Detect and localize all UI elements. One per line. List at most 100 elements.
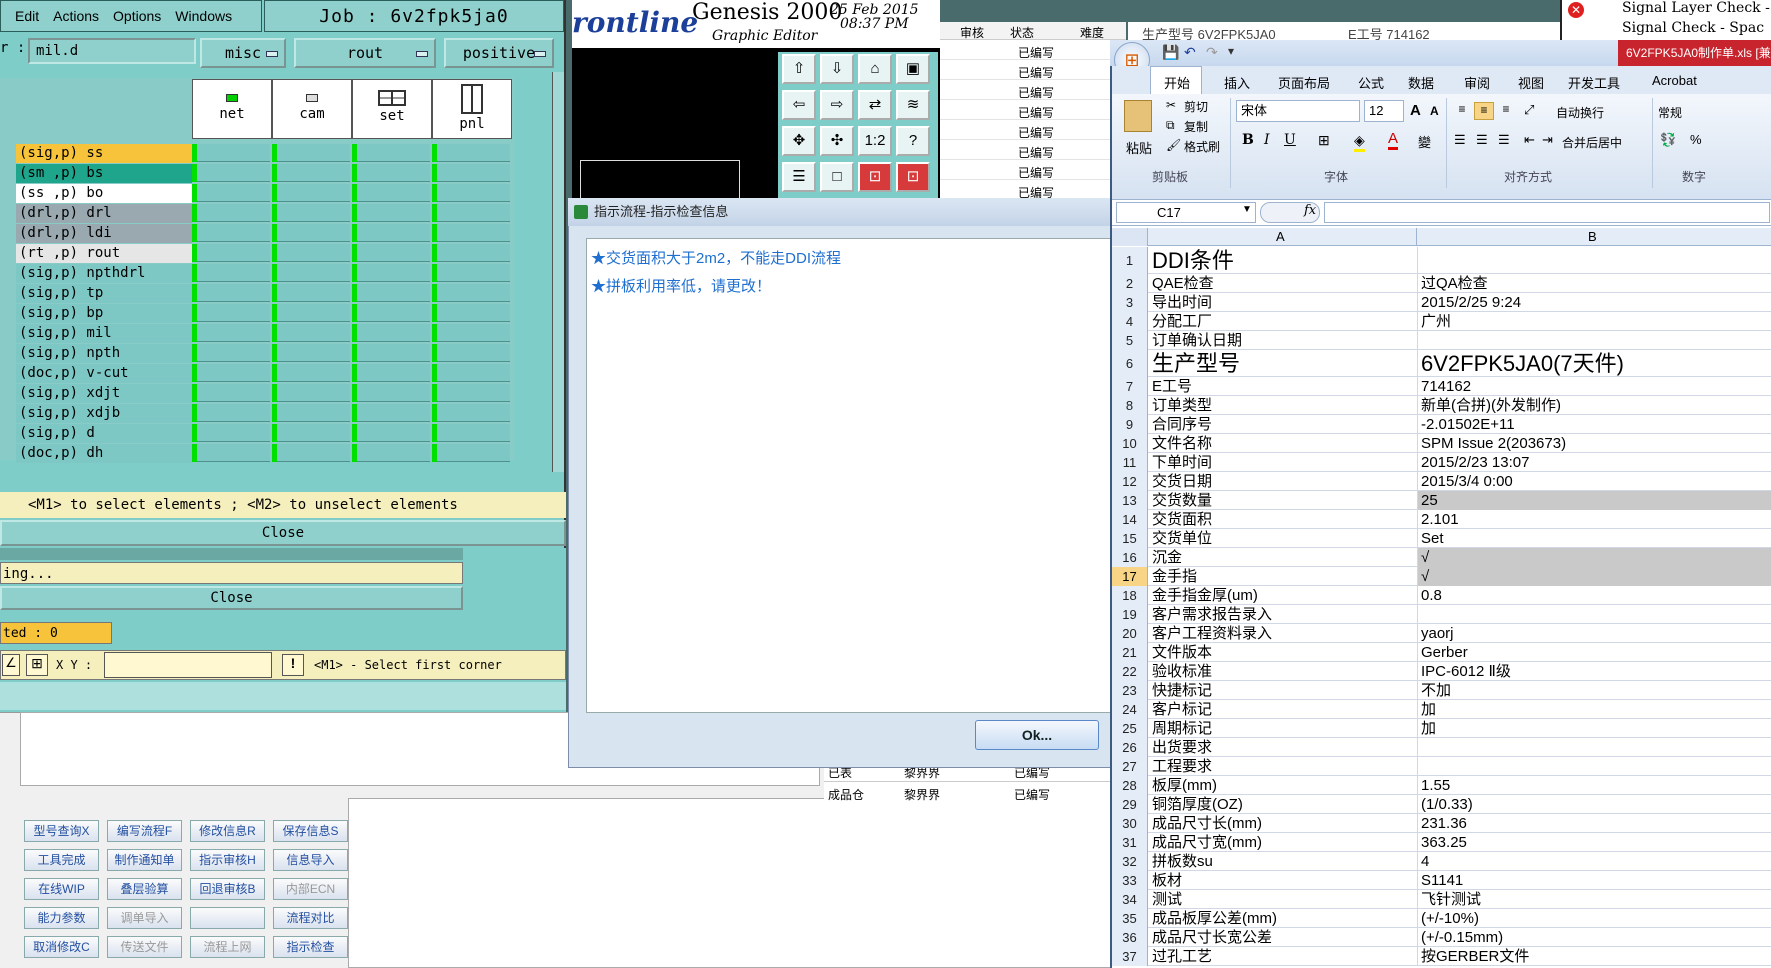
cell-a[interactable]: 客户标记	[1152, 700, 1412, 719]
col-set[interactable]: set	[352, 79, 432, 139]
align-middle-icon[interactable]: ≡	[1474, 102, 1494, 120]
col-net[interactable]: net	[192, 79, 272, 139]
matrix-cell[interactable]	[196, 164, 270, 182]
matrix-cell[interactable]	[196, 444, 270, 462]
cell-b[interactable]: 6V2FPK5JA0(7天件)	[1417, 350, 1771, 377]
sheet-row[interactable]: 31 成品尺寸宽(mm) 363.25	[1112, 833, 1771, 852]
secondary-close-button[interactable]: Close	[0, 586, 463, 610]
flow-list-row[interactable]: 已编写	[940, 80, 1126, 100]
row-number[interactable]: 14	[1112, 510, 1148, 529]
row-number[interactable]: 2	[1112, 274, 1148, 293]
layer-row-label[interactable]: (drl,p) drl	[16, 204, 192, 223]
panel-button[interactable]: 型号查询X	[24, 820, 99, 842]
editor-tool-icon[interactable]: ≋	[896, 90, 930, 120]
row-number[interactable]: 33	[1112, 871, 1148, 890]
cell-b[interactable]: (1/0.33)	[1417, 795, 1771, 814]
font-color-icon[interactable]: A	[1388, 130, 1399, 150]
row-number[interactable]: 12	[1112, 472, 1148, 491]
cell-a[interactable]: 交货日期	[1152, 472, 1412, 491]
sheet-row[interactable]: 22 验收标准 IPC-6012 Ⅱ级	[1112, 662, 1771, 681]
cell-a[interactable]: 工程要求	[1152, 757, 1412, 776]
panel-button[interactable]: 保存信息S	[273, 820, 348, 842]
menu-actions[interactable]: Actions	[53, 8, 99, 24]
panel-button[interactable]: 制作通知单	[107, 849, 182, 871]
qat-dropdown-icon[interactable]: ▾	[1228, 44, 1234, 58]
cell-a[interactable]: 金手指	[1152, 567, 1412, 586]
cell-a[interactable]: 过孔工艺	[1152, 947, 1412, 966]
cell-b[interactable]: 714162	[1417, 377, 1771, 396]
cell-a[interactable]: 客户需求报告录入	[1152, 605, 1412, 624]
xy-input[interactable]	[104, 652, 272, 678]
matrix-cell[interactable]	[436, 404, 510, 422]
row-number[interactable]: 17	[1112, 567, 1148, 586]
layer-row-label[interactable]: (sig,p) mil	[16, 324, 192, 343]
flow-list-row[interactable]: 已编写	[940, 120, 1126, 140]
panel-button[interactable]: 指示检查	[273, 936, 348, 958]
sheet-row[interactable]: 30 成品尺寸长(mm) 231.36	[1112, 814, 1771, 833]
cell-a[interactable]: 下单时间	[1152, 453, 1412, 472]
matrix-cell[interactable]	[276, 304, 350, 322]
matrix-cell[interactable]	[276, 244, 350, 262]
save-icon[interactable]: 💾	[1162, 44, 1179, 61]
paste-icon[interactable]	[1124, 100, 1152, 132]
matrix-close-button[interactable]: Close	[0, 520, 566, 546]
cell-a[interactable]: 生产型号	[1152, 350, 1412, 377]
cell-a[interactable]: 板材	[1152, 871, 1412, 890]
panel-button[interactable]: 编写流程F	[107, 820, 182, 842]
panel-button[interactable]: 在线WIP	[24, 878, 99, 900]
sheet-row[interactable]: 26 出货要求	[1112, 738, 1771, 757]
row-number[interactable]: 1	[1112, 247, 1148, 274]
row-number[interactable]: 24	[1112, 700, 1148, 719]
row-number[interactable]: 28	[1112, 776, 1148, 795]
matrix-cell[interactable]	[276, 224, 350, 242]
flow-list-row[interactable]: 已编写	[940, 180, 1126, 200]
cell-a[interactable]: 文件版本	[1152, 643, 1412, 662]
cell-a[interactable]: 金手指金厚(um)	[1152, 586, 1412, 605]
matrix-cell[interactable]	[196, 224, 270, 242]
cell-b[interactable]: 新单(合拼)(外发制作)	[1417, 396, 1771, 415]
redo-icon[interactable]: ↷	[1206, 44, 1218, 61]
matrix-cell[interactable]	[436, 284, 510, 302]
layer-row-label[interactable]: (drl,p) ldi	[16, 224, 192, 243]
panel-button[interactable]: 内部ECN	[273, 878, 348, 900]
editor-tool-icon[interactable]: ⇩	[820, 54, 854, 84]
matrix-cell[interactable]	[276, 424, 350, 442]
misc-option-menu[interactable]: misc	[200, 38, 286, 68]
sheet-row[interactable]: 16 沉金 √	[1112, 548, 1771, 567]
panel-button[interactable]: 取消修改C	[24, 936, 99, 958]
cell-b[interactable]: 25	[1417, 491, 1771, 510]
cell-a[interactable]: 快捷标记	[1152, 681, 1412, 700]
underline-icon[interactable]: U	[1284, 132, 1296, 148]
cell-b[interactable]: Gerber	[1417, 643, 1771, 662]
cell-b[interactable]: SPM Issue 2(203673)	[1417, 434, 1771, 453]
tab-acrobat[interactable]: Acrobat	[1652, 73, 1697, 88]
matrix-cell[interactable]	[196, 204, 270, 222]
cell-b[interactable]: 4	[1417, 852, 1771, 871]
font-name-select[interactable]: 宋体	[1236, 100, 1360, 122]
menu-edit[interactable]: Edit	[15, 8, 39, 24]
sheet-row[interactable]: 19 客户需求报告录入	[1112, 605, 1771, 624]
cell-b[interactable]: 过QA检查	[1417, 274, 1771, 293]
sheet-row[interactable]: 1 DDI条件	[1112, 247, 1771, 274]
matrix-cell[interactable]	[436, 144, 510, 162]
matrix-cell[interactable]	[356, 384, 430, 402]
cell-b[interactable]: 2015/2/23 13:07	[1417, 453, 1771, 472]
matrix-cell[interactable]	[196, 144, 270, 162]
wrap-text-button[interactable]: 自动换行	[1556, 104, 1604, 121]
matrix-cell[interactable]	[196, 404, 270, 422]
cell-a[interactable]: 沉金	[1152, 548, 1412, 567]
tab-view[interactable]: 视图	[1518, 73, 1544, 92]
panel-button[interactable]: 信息导入	[273, 849, 348, 871]
layer-row-label[interactable]: (sm ,p) bs	[16, 164, 192, 183]
flow-list-row[interactable]: 已编写	[940, 140, 1126, 160]
editor-tool-icon[interactable]: ⇦	[782, 90, 816, 120]
matrix-cell[interactable]	[276, 344, 350, 362]
cell-a[interactable]: 订单确认日期	[1152, 331, 1412, 350]
row-number[interactable]: 30	[1112, 814, 1148, 833]
row-number[interactable]: 35	[1112, 909, 1148, 928]
ok-button[interactable]: Ok...	[975, 720, 1099, 750]
row-number[interactable]: 5	[1112, 331, 1148, 350]
matrix-cell[interactable]	[356, 444, 430, 462]
layer-row-label[interactable]: (sig,p) npthdrl	[16, 264, 192, 283]
layer-row-label[interactable]: (sig,p) tp	[16, 284, 192, 303]
